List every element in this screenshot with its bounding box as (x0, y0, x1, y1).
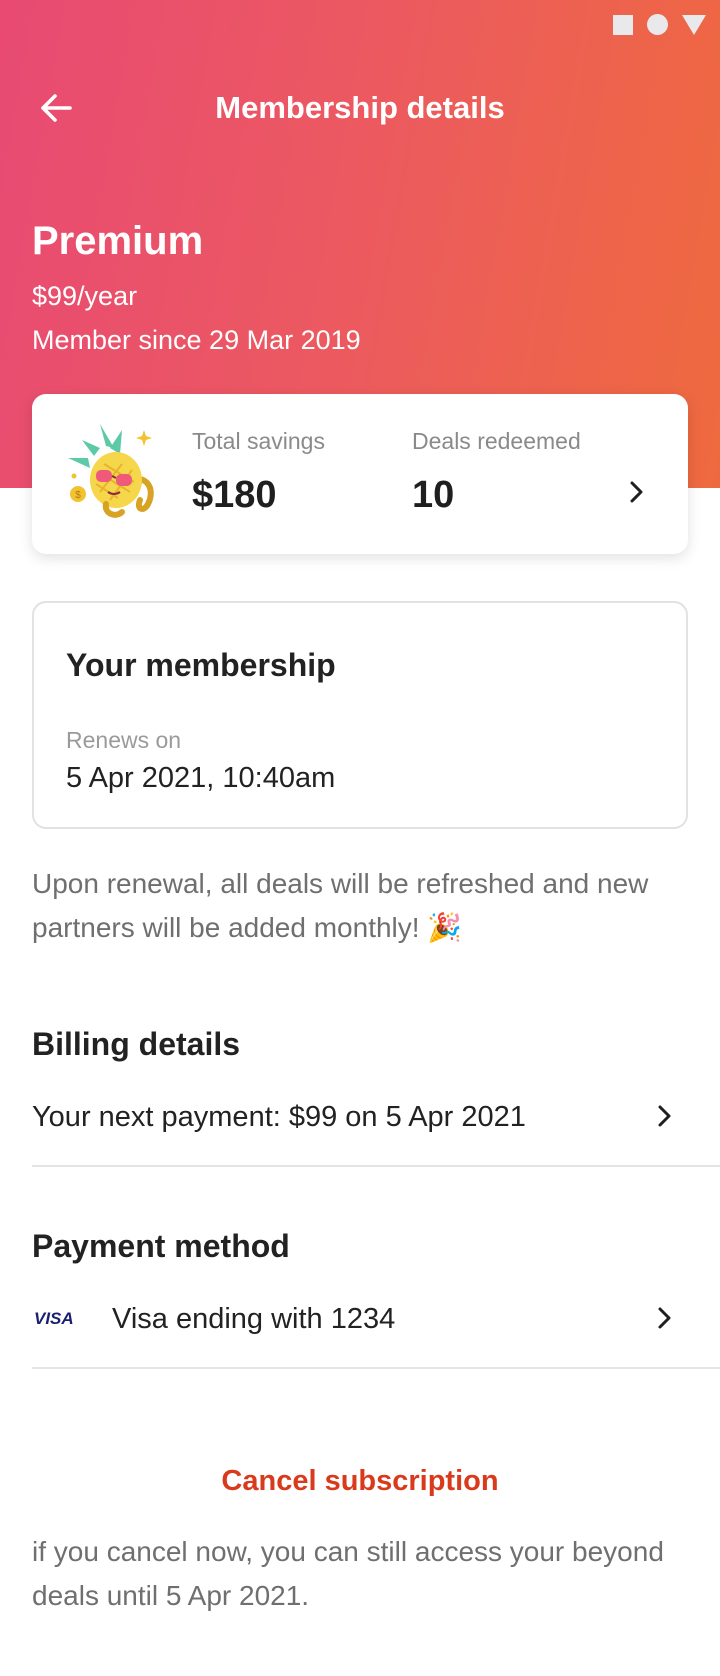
divider (32, 1367, 720, 1369)
cancel-note: if you cancel now, you can still access … (32, 1536, 664, 1611)
square-icon (613, 14, 633, 35)
total-savings-value: $180 (192, 474, 277, 516)
pineapple-mascot-icon: $ (68, 424, 154, 518)
total-savings-label: Total savings (192, 428, 325, 454)
chevron-right-icon (658, 1307, 671, 1329)
divider (32, 1165, 720, 1167)
payment-method-title: Payment method (32, 1228, 290, 1264)
renews-value: 5 Apr 2021, 10:40am (66, 762, 336, 794)
deals-redeemed-label: Deals redeemed (412, 428, 581, 454)
savings-card[interactable]: $ Total savings $180 Deals redeemed 10 (32, 394, 688, 554)
payment-method-row[interactable]: VISA Visa ending with 1234 (32, 1288, 720, 1348)
membership-card: Your membership Renews on 5 Apr 2021, 10… (32, 601, 688, 829)
visa-logo-icon: VISA (34, 1309, 74, 1328)
payment-card-text: Visa ending with 1234 (112, 1303, 396, 1335)
triangle-icon (682, 14, 706, 35)
chevron-right-icon (630, 481, 643, 503)
next-payment-row[interactable]: Your next payment: $99 on 5 Apr 2021 (32, 1086, 720, 1146)
renews-label: Renews on (66, 727, 182, 753)
svg-text:$: $ (75, 490, 81, 501)
chevron-right-icon (658, 1105, 671, 1127)
cancel-subscription-button[interactable]: Cancel subscription (0, 1462, 720, 1500)
deals-redeemed-value: 10 (412, 474, 455, 516)
member-since: Member since 29 Mar 2019 (32, 325, 361, 355)
plan-price: $99/year (32, 281, 138, 311)
page-title: Membership details (215, 90, 505, 125)
circle-icon (647, 14, 668, 35)
plan-name: Premium (32, 219, 204, 263)
svg-text:VISA: VISA (34, 1309, 74, 1328)
membership-title: Your membership (66, 647, 336, 683)
renewal-note: Upon renewal, all deals will be refreshe… (32, 868, 649, 943)
billing-title: Billing details (32, 1026, 241, 1062)
status-bar (613, 14, 706, 35)
next-payment-text: Your next payment: $99 on 5 Apr 2021 (32, 1101, 526, 1133)
